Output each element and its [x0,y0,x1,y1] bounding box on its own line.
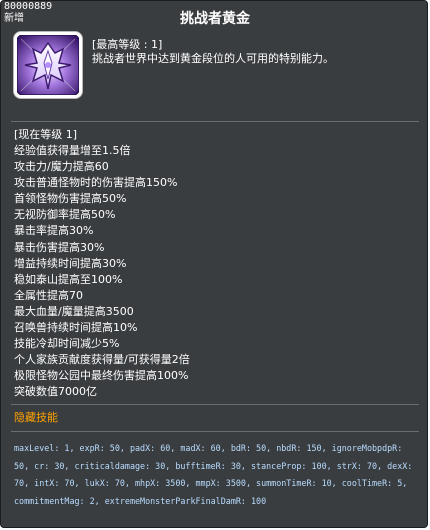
effect-line: 首领怪物伤害提高50% [14,192,127,206]
effect-line: 暴击伤害提高30% [14,240,105,254]
skill-title: 挑战者黄金 [180,11,250,27]
skill-icon-frame [14,32,82,98]
effect-line: 攻击力/魔力提高60 [14,160,109,174]
effect-line: 攻击普通怪物时的伤害提高150% [14,176,178,190]
effect-line: 增益持续时间提高30% [14,256,127,270]
effect-line: 无视防御率提高50% [14,208,116,222]
effects-list: 经验值获得量增至1.5倍 攻击力/魔力提高60 攻击普通怪物时的伤害提高150%… [14,143,190,401]
current-level-text: [现在等级 1] [14,128,78,141]
effect-line: 经验值获得量增至1.5倍 [14,144,131,157]
effect-line: 稳如泰山提高至100% [14,272,123,286]
divider [11,404,419,405]
purple-crystal-emblem-icon [17,35,79,95]
effect-line: 全属性提高70 [14,288,83,302]
skill-description: 挑战者世界中达到黄金段位的人可用的特别能力。 [92,52,334,65]
effect-line: 最大血量/魔量提高3500 [14,304,134,318]
max-level-text: [最高等级 : 1] [92,38,163,51]
effect-line: 个人家族贡献度获得量/可获得量2倍 [14,353,190,367]
effect-line: 突破数值7000亿 [14,385,97,399]
skill-tooltip: 80000889 新增 挑战者黄金 [最高等级: 1] 挑战者世界中达到黄金段… [0,0,428,528]
effect-line: 召唤兽持续时间提高10% [14,321,138,335]
hidden-skill-label: 隐藏技能 [14,411,58,424]
effect-line: 极限怪物公园中最终伤害提高100% [14,369,189,383]
skill-params-text: maxLevel: 1, expR: 50, padX: 60, madX: 6… [14,443,413,506]
effect-line: 技能冷却时间减少5% [14,337,120,351]
divider [11,431,419,432]
divider [11,121,419,122]
effect-line: 暴击率提高30% [14,224,94,238]
